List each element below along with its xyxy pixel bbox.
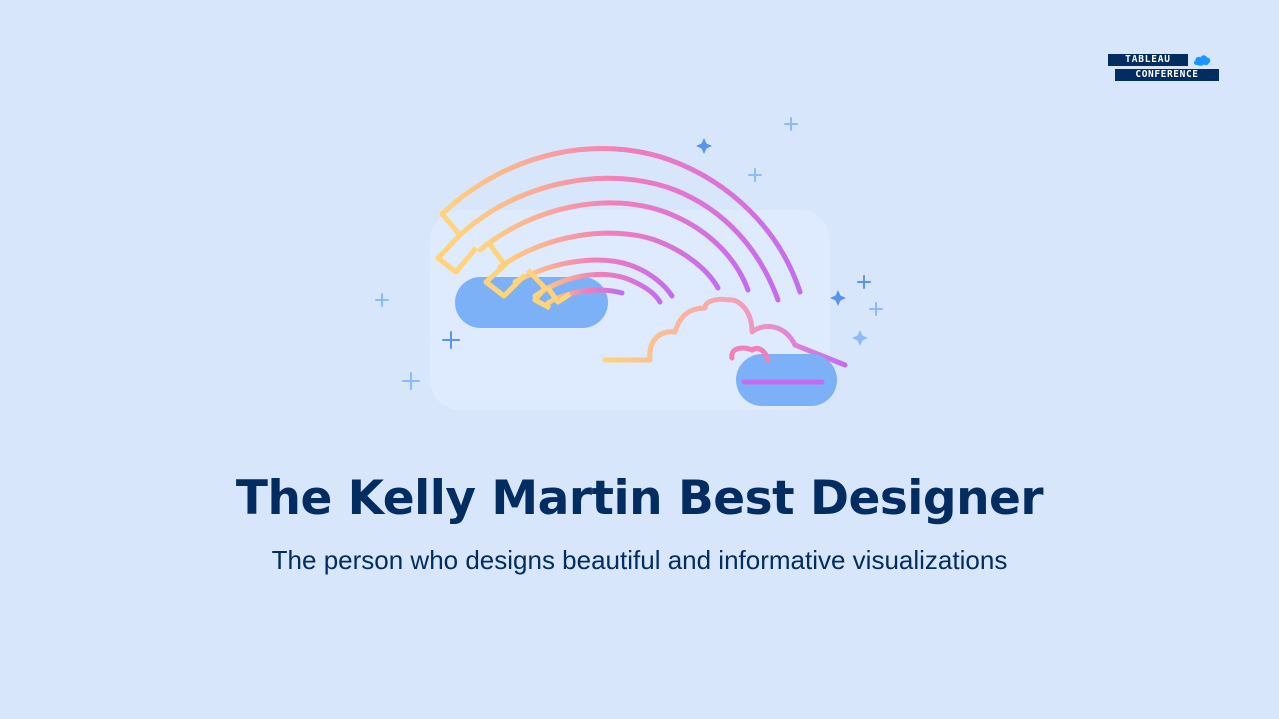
rainbow-clouds-icon [375,117,883,410]
salesforce-cloud-icon [1193,55,1211,66]
award-description: The person who designs beautiful and inf… [271,545,1008,575]
tableau-conference-logo: TABLEAU CONFERENCE [1108,54,1220,82]
sparkle-icon [696,138,712,154]
plus-icon [375,293,389,307]
sparkle-icon [830,290,846,306]
plus-icon [857,275,871,289]
plus-icon [784,117,798,131]
logo-line-conference: CONFERENCE [1115,69,1219,81]
left-cloud-shape [455,277,608,328]
plus-icon [869,302,883,316]
award-title: The Kelly Martin Best Designer [235,471,1044,526]
sparkle-icon [852,330,868,346]
plus-icon [402,372,420,390]
plus-icon [748,168,762,182]
logo-line-tableau: TABLEAU [1108,54,1188,66]
